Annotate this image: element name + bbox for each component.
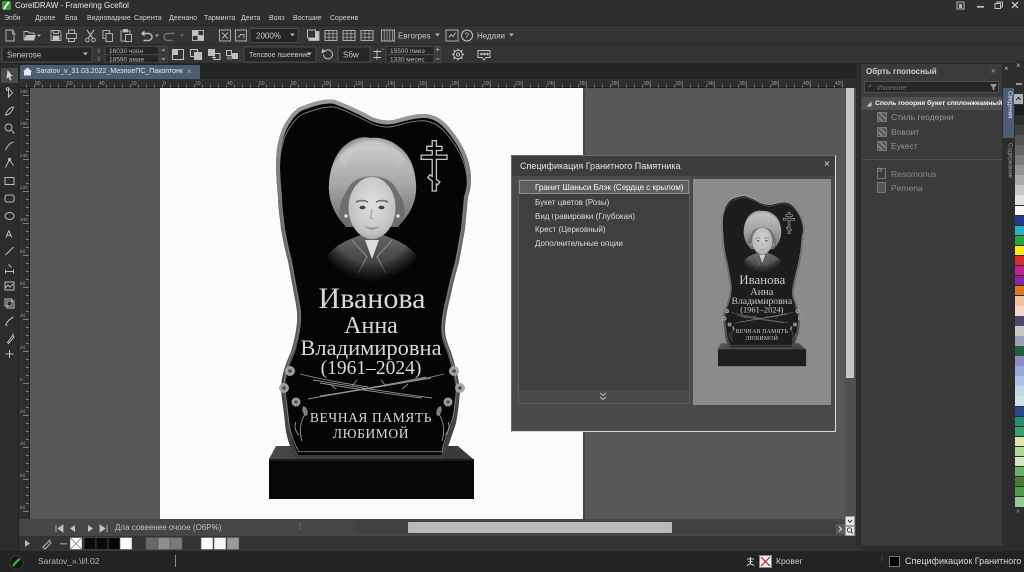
- svg-text:?: ?: [465, 32, 470, 41]
- svg-text:320: 320: [675, 81, 684, 87]
- svg-text:260: 260: [579, 81, 588, 87]
- svg-text:300: 300: [643, 81, 652, 87]
- svg-text:20: 20: [131, 81, 137, 87]
- svg-text:⇳: ⇳: [96, 55, 101, 63]
- svg-text:Sбw: Sбw: [343, 51, 359, 60]
- svg-text:80: 80: [291, 81, 297, 87]
- svg-text:16030 чоон: 16030 чоон: [109, 48, 143, 55]
- svg-text:140: 140: [20, 153, 28, 158]
- svg-text:340: 340: [707, 81, 716, 87]
- svg-text:80: 80: [20, 249, 26, 254]
- svg-text:⇳: ⇳: [96, 47, 101, 55]
- svg-text:40: 40: [20, 313, 26, 318]
- svg-text:0: 0: [20, 377, 23, 382]
- svg-text:100: 100: [323, 81, 332, 87]
- svg-text:60: 60: [67, 81, 73, 87]
- svg-text:160: 160: [419, 81, 428, 87]
- svg-text:180: 180: [20, 89, 28, 94]
- svg-text:280: 280: [611, 81, 620, 87]
- svg-text:200: 200: [483, 81, 492, 87]
- svg-text:20: 20: [20, 345, 26, 350]
- svg-text:2000%: 2000%: [256, 32, 281, 41]
- svg-text:160: 160: [20, 121, 28, 126]
- svg-text:180: 180: [451, 81, 460, 87]
- svg-text:140: 140: [387, 81, 396, 87]
- svg-text:1330 месес: 1330 месес: [390, 56, 425, 63]
- svg-text:18590 амае: 18590 амае: [109, 56, 145, 63]
- svg-text:220: 220: [515, 81, 524, 87]
- svg-text:100: 100: [20, 217, 28, 222]
- svg-text:A: A: [6, 230, 13, 241]
- svg-text:400: 400: [803, 81, 812, 87]
- svg-text:кв: кв: [227, 56, 232, 62]
- svg-text:420: 420: [835, 81, 844, 87]
- svg-text:120: 120: [20, 185, 28, 190]
- svg-text:60: 60: [20, 473, 26, 478]
- svg-text:40: 40: [20, 441, 26, 446]
- svg-text:240: 240: [547, 81, 556, 87]
- svg-text:20: 20: [20, 409, 26, 414]
- svg-text:0: 0: [163, 81, 166, 87]
- svg-text:80: 80: [20, 505, 26, 510]
- svg-text:Недаяи: Недаяи: [477, 32, 505, 41]
- svg-text:380: 380: [771, 81, 780, 87]
- svg-text:Senerose: Senerose: [7, 51, 42, 60]
- svg-text:60: 60: [259, 81, 265, 87]
- svg-text:20: 20: [195, 81, 201, 87]
- svg-text:360: 360: [739, 81, 748, 87]
- svg-text:Тепсвое пшеевние: Тепсвое пшеевние: [249, 52, 310, 59]
- svg-text:⁙: ⁙: [380, 48, 385, 54]
- svg-text:40: 40: [227, 81, 233, 87]
- svg-text:Eвгorpes: Eвгorpes: [398, 32, 431, 41]
- svg-text:60: 60: [20, 281, 26, 286]
- svg-text:40: 40: [99, 81, 105, 87]
- svg-text:15500 пмеэ: 15500 пмеэ: [390, 48, 425, 55]
- svg-text:80: 80: [35, 81, 41, 87]
- svg-text:120: 120: [355, 81, 364, 87]
